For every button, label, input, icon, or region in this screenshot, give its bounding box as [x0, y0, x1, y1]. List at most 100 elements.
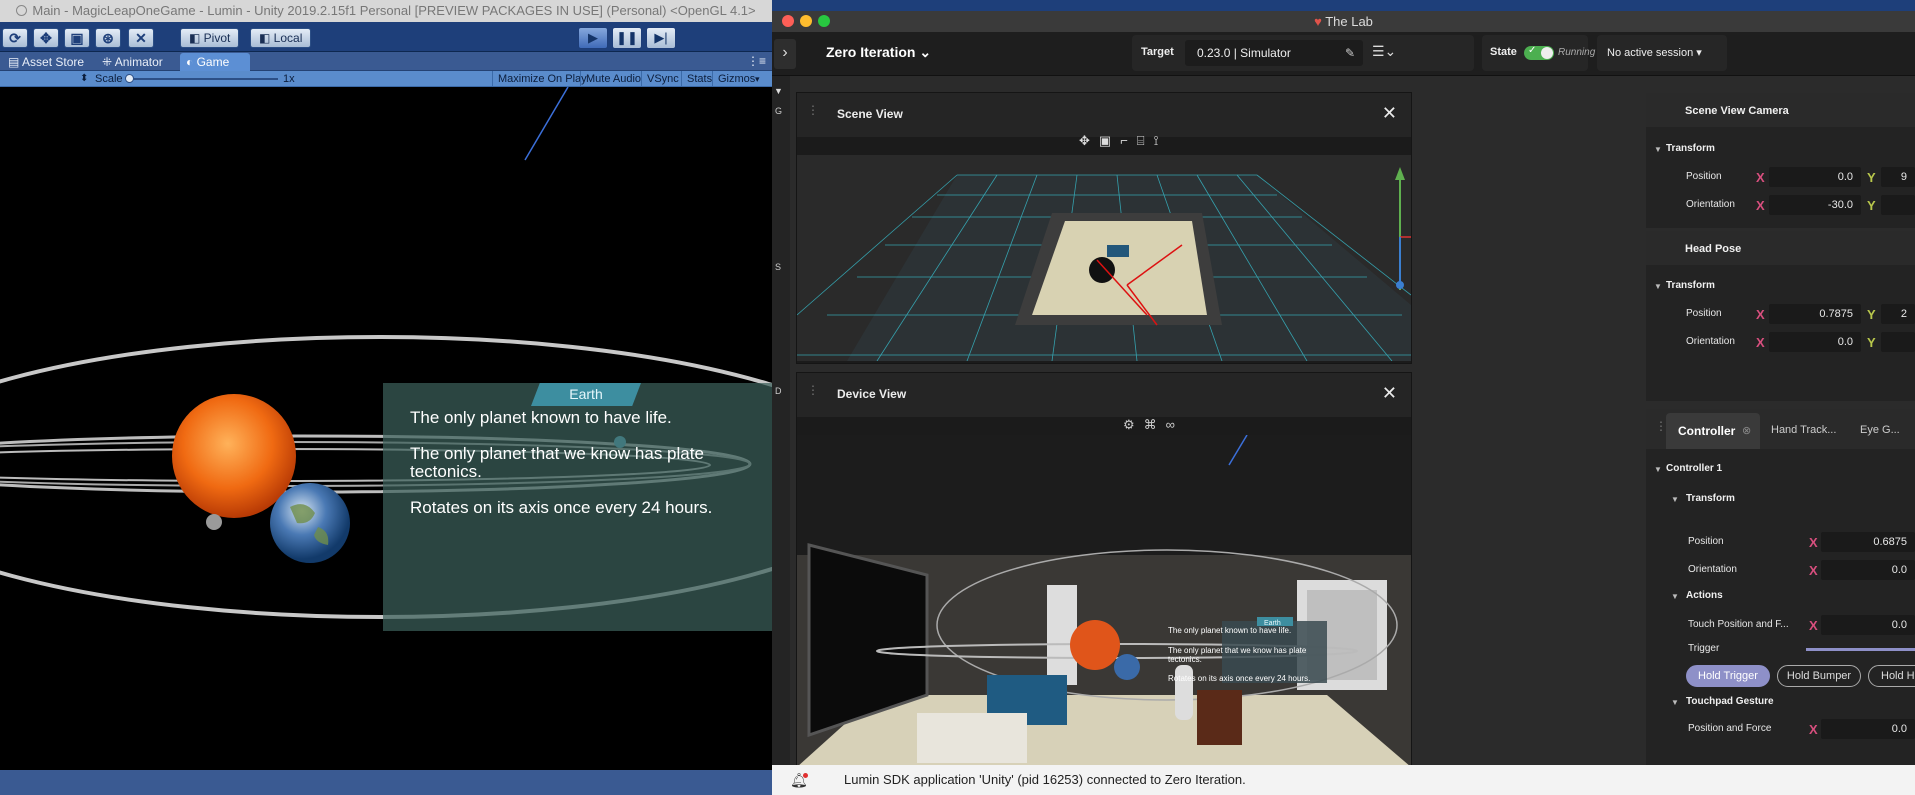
zero-iteration-menu[interactable]: Zero Iteration ⌄ — [826, 44, 931, 61]
target-field[interactable]: 0.23.0 | Simulator ✎ — [1185, 40, 1363, 66]
scale-slider[interactable] — [128, 78, 278, 80]
maximize-on-play-button[interactable]: Maximize On Play — [492, 71, 592, 87]
close-window-button[interactable] — [782, 15, 794, 27]
rect-tool-icon[interactable]: ▣ — [64, 28, 90, 48]
gizmos-button[interactable]: Gizmos — [712, 71, 760, 87]
controller-position-x-icon: X — [1809, 535, 1818, 550]
play-button[interactable]: ▶ — [578, 27, 608, 49]
device-controller-icon[interactable]: ⌘ — [1144, 417, 1166, 432]
tab-menu-icon[interactable]: ⋮≡ — [747, 54, 766, 68]
scene-camera-title: Scene View Camera — [1685, 105, 1789, 117]
scene-camera-orientation-x-field[interactable]: -30.0 — [1769, 195, 1861, 215]
unity-title-bar: Main - MagicLeapOneGame - Lumin - Unity … — [0, 0, 772, 22]
move-gizmo-icon[interactable]: ✥ — [1079, 133, 1099, 148]
expand-sidebar-icon[interactable]: › — [774, 39, 796, 69]
unity-status-bar — [0, 770, 772, 795]
controller1-toggle-icon[interactable]: ▼ — [1654, 465, 1662, 474]
step-button[interactable]: ▶| — [646, 27, 676, 49]
tab-animator[interactable]: ⁜ Animator — [96, 53, 169, 71]
state-label: State — [1490, 46, 1517, 58]
snap-gizmo-icon[interactable]: ⌐ — [1120, 133, 1137, 148]
edit-pencil-icon[interactable]: ✎ — [1345, 40, 1355, 66]
head-pose-position-y-field[interactable]: 2 — [1881, 304, 1915, 324]
tab-asset-store[interactable]: ▤ Asset Store — [2, 53, 90, 71]
device-drag-handle-icon[interactable]: ⋮ — [807, 383, 819, 397]
pause-button[interactable]: ❚❚ — [612, 27, 642, 49]
trigger-label: Trigger — [1688, 643, 1720, 654]
drag-handle-icon[interactable]: ⋮ — [807, 103, 819, 117]
scale-slider-handle[interactable] — [125, 74, 134, 83]
controller-position-x-field[interactable]: 0.6875 — [1821, 532, 1915, 552]
scene-view-header: ⋮ Scene View ✕ — [797, 93, 1411, 137]
trigger-slider[interactable] — [1806, 648, 1915, 651]
controller-transform-label: Transform — [1686, 493, 1735, 504]
frame-gizmo-icon[interactable]: ▣ — [1099, 133, 1120, 148]
display-dropdown-icon[interactable]: ⬍ — [80, 71, 88, 87]
session-label: No active session — [1607, 47, 1694, 59]
tab-eye-gaze[interactable]: Eye G... — [1860, 424, 1900, 436]
unity-tab-bar: ▤ Asset Store ⁜ Animator ◐ Game ⋮≡ — [0, 52, 772, 71]
lab-title-bar: ♥ The Lab — [772, 11, 1915, 32]
transform-tool-icon[interactable]: ⊛ — [95, 28, 121, 48]
device-settings-icon[interactable]: ⚙ — [1123, 417, 1144, 432]
state-toggle[interactable]: ✓ — [1524, 45, 1554, 60]
sidebar-letter-s[interactable]: S — [775, 262, 781, 272]
axis-gizmo-icon[interactable]: ⟟ — [1154, 133, 1168, 148]
tab-hand-tracking[interactable]: Hand Track... — [1771, 424, 1836, 436]
pivot-label: Pivot — [203, 31, 231, 45]
actions-toggle-icon[interactable]: ▼ — [1671, 592, 1679, 601]
hold-bumper-button[interactable]: Hold Bumper — [1777, 665, 1861, 687]
scene-camera-position-y-field[interactable]: 9 — [1881, 167, 1915, 187]
sidebar-collapse-icon[interactable]: ▼ — [774, 86, 783, 96]
tab-game[interactable]: ◐ Game — [180, 53, 250, 71]
head-pose-transform-toggle-icon[interactable]: ▼ — [1654, 282, 1662, 291]
earth-title: Earth — [531, 383, 641, 406]
head-pose-position-x-field[interactable]: 0.7875 — [1769, 304, 1861, 324]
tab-controller-close-icon[interactable]: ⊗ — [1742, 424, 1751, 437]
touch-position-x-field[interactable]: 0.0 — [1821, 615, 1915, 635]
head-pose-position-x-icon: X — [1756, 307, 1765, 322]
game-view[interactable]: Earth The only planet known to have life… — [0, 87, 772, 770]
head-pose-orientation-x-field[interactable]: 0.0 — [1769, 332, 1861, 352]
head-pose-orientation-y-field[interactable] — [1881, 332, 1915, 352]
scene-camera-position-x-field[interactable]: 0.0 — [1769, 167, 1861, 187]
local-button[interactable]: ◧ Local — [250, 28, 312, 48]
scene-view-close-icon[interactable]: ✕ — [1382, 103, 1397, 124]
lab-title-strip — [772, 0, 1915, 11]
refresh-tool-icon[interactable]: ⟳ — [2, 28, 28, 48]
notification-bell-icon[interactable]: 🔔︎ — [790, 765, 808, 795]
sidebar-letter-d[interactable]: D — [775, 386, 782, 396]
custom-tool-icon[interactable]: ✕ — [128, 28, 154, 48]
hold-home-button[interactable]: Hold H — [1868, 665, 1915, 687]
head-pose-position-y-icon: Y — [1867, 307, 1876, 322]
scene-camera-transform-toggle-icon[interactable]: ▼ — [1654, 145, 1662, 154]
mute-audio-button[interactable]: Mute Audio — [580, 71, 646, 87]
head-pose-orientation-label: Orientation — [1686, 336, 1735, 347]
touchpad-toggle-icon[interactable]: ▼ — [1671, 698, 1679, 707]
device-view-close-icon[interactable]: ✕ — [1382, 383, 1397, 404]
position-force-x-field[interactable]: 0.0 — [1821, 719, 1915, 739]
sidebar-letter-g[interactable]: G — [775, 106, 782, 116]
position-force-label: Position and Force — [1688, 723, 1772, 734]
session-dropdown[interactable]: No active session ▾ — [1597, 35, 1727, 71]
maximize-window-button[interactable] — [818, 15, 830, 27]
device-3d-viewport[interactable]: The only planet known to have life. The … — [797, 435, 1411, 767]
camera-gizmo-icon[interactable]: ⌸ — [1137, 133, 1154, 148]
hold-trigger-button[interactable]: Hold Trigger — [1686, 665, 1770, 687]
tab-controller[interactable]: Controller ⊗ — [1666, 413, 1760, 449]
scene-camera-orientation-y-field[interactable] — [1881, 195, 1915, 215]
head-pose-orientation-y-icon: Y — [1867, 335, 1876, 350]
earth-info-panel: Earth The only planet known to have life… — [383, 383, 772, 631]
controller-transform-toggle-icon[interactable]: ▼ — [1671, 495, 1679, 504]
controller-section: ⋮ Controller ⊗ Hand Track... Eye G... ▼ … — [1646, 409, 1915, 765]
move-tool-icon[interactable]: ✥ — [33, 28, 59, 48]
device-link-icon[interactable]: ∞ — [1166, 417, 1184, 432]
scene-3d-viewport[interactable] — [797, 155, 1411, 361]
target-value: 0.23.0 | Simulator — [1197, 46, 1291, 60]
pivot-button[interactable]: ◧ Pivot — [180, 28, 240, 48]
vsync-button[interactable]: VSync — [641, 71, 684, 87]
minimize-window-button[interactable] — [800, 15, 812, 27]
controller-orientation-x-field[interactable]: 0.0 — [1821, 560, 1915, 580]
target-options-icon[interactable]: ☰⌄ — [1372, 43, 1396, 60]
gizmos-dropdown-icon[interactable]: ▾ — [755, 71, 760, 87]
